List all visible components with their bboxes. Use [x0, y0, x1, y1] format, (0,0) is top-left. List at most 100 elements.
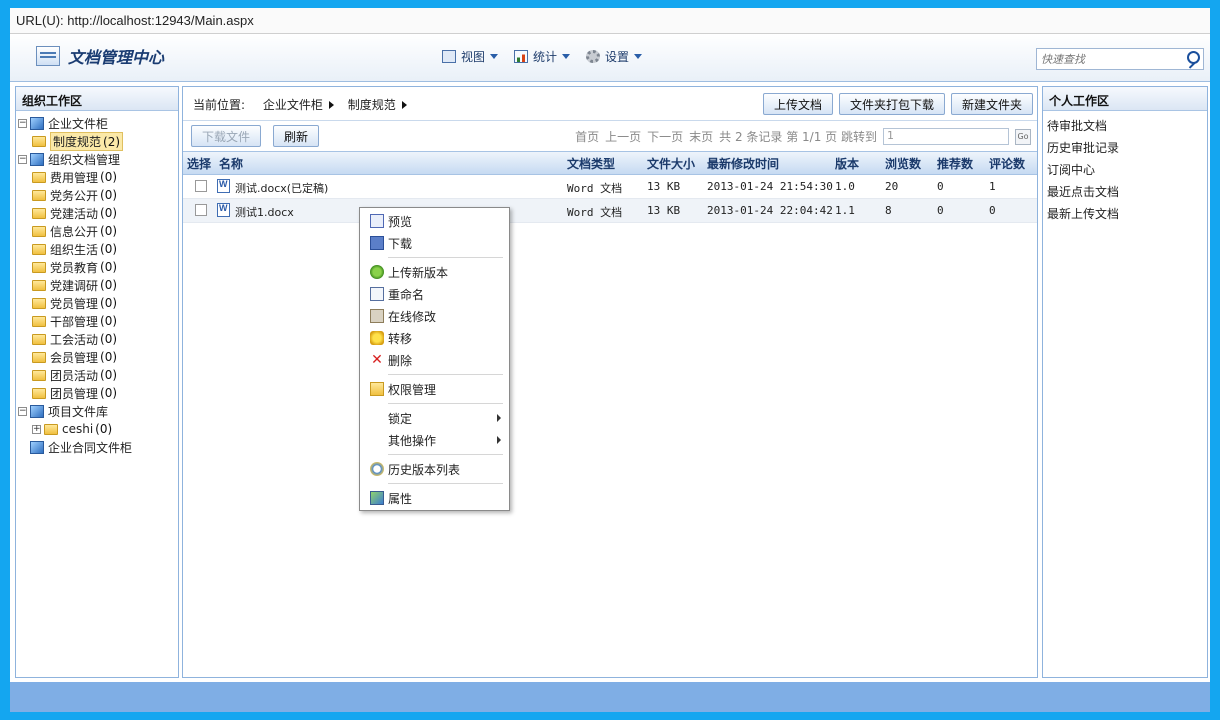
row-checkbox[interactable]	[195, 180, 207, 192]
col-size[interactable]: 文件大小	[647, 155, 695, 172]
pager-next[interactable]: 下一页	[647, 128, 683, 145]
preview-icon	[370, 214, 384, 228]
page-jump-input[interactable]: 1	[883, 128, 1009, 145]
ctx-permissions[interactable]: 权限管理	[362, 378, 507, 400]
tree-node-folder[interactable]: 团员管理 (0)	[18, 384, 176, 402]
col-views[interactable]: 浏览数	[885, 155, 921, 172]
collapse-icon[interactable]: −	[18, 154, 27, 164]
tree-node-folder[interactable]: 组织生活 (0)	[18, 240, 176, 258]
breadcrumb-level1[interactable]: 企业文件柜	[263, 98, 323, 112]
col-recommends[interactable]: 推荐数	[937, 155, 973, 172]
tree-node-contract[interactable]: 企业合同文件柜	[18, 438, 176, 456]
tree-node-folder[interactable]: 党建调研 (0)	[18, 276, 176, 294]
pager-last[interactable]: 末页	[689, 128, 713, 145]
tree-node-folder[interactable]: 费用管理 (0)	[18, 168, 176, 186]
tree-node-label: 企业文件柜	[48, 116, 109, 131]
tree-node-folder[interactable]: 会员管理 (0)	[18, 348, 176, 366]
expand-icon[interactable]: +	[32, 424, 41, 434]
personal-workspace-panel: 个人工作区 待审批文档 历史审批记录 订阅中心 最近点击文档 最新上传文档	[1042, 86, 1208, 678]
link-pending-approval[interactable]: 待审批文档	[1047, 114, 1203, 136]
ctx-label: 转移	[388, 331, 413, 346]
tree-node-label: 干部管理	[50, 314, 99, 329]
row-name[interactable]: 测试1.docx	[235, 204, 294, 220]
col-name[interactable]: 名称	[219, 155, 243, 172]
search-icon[interactable]	[1187, 51, 1200, 64]
ctx-properties[interactable]: 属性	[362, 487, 507, 509]
menu-settings[interactable]: 设置	[586, 48, 643, 65]
personal-links: 待审批文档 历史审批记录 订阅中心 最近点击文档 最新上传文档	[1043, 111, 1207, 227]
breadcrumb-level2[interactable]: 制度规范	[348, 98, 396, 112]
pack-download-button[interactable]: 文件夹打包下载	[838, 93, 945, 115]
tree-node-label: ceshi	[62, 422, 94, 436]
folder-icon	[32, 279, 46, 291]
table-row[interactable]: 测试.docx(已定稿) Word 文档 13 KB 2013-01-24 21…	[183, 175, 1037, 199]
col-comments[interactable]: 评论数	[989, 155, 1025, 172]
tree-node-folder[interactable]: 工会活动 (0)	[18, 330, 176, 348]
row-checkbox[interactable]	[195, 204, 207, 216]
pager-first[interactable]: 首页	[575, 128, 599, 145]
ctx-history[interactable]: 历史版本列表	[362, 458, 507, 480]
col-version[interactable]: 版本	[835, 155, 859, 172]
edit-icon	[370, 309, 384, 323]
ctx-label: 在线修改	[388, 309, 437, 324]
collapse-icon[interactable]: −	[18, 406, 27, 416]
tree-node-folder[interactable]: 信息公开 (0)	[18, 222, 176, 240]
ctx-other-ops[interactable]: 其他操作	[362, 429, 507, 451]
pager-prev[interactable]: 上一页	[605, 128, 641, 145]
table-row[interactable]: 测试1.docx Word 文档 13 KB 2013-01-24 22:04:…	[183, 199, 1037, 223]
ctx-rename[interactable]: 重命名	[362, 283, 507, 305]
link-recent-clicked[interactable]: 最近点击文档	[1047, 180, 1203, 202]
menu-view[interactable]: 视图	[442, 48, 499, 65]
url-bar[interactable]: URL(U): http://localhost:12943/Main.aspx	[10, 8, 1210, 34]
menu-stats[interactable]: 统计	[514, 48, 571, 65]
tree-node-label: 团员活动	[50, 368, 99, 383]
link-approval-history[interactable]: 历史审批记录	[1047, 136, 1203, 158]
tree-node-folder[interactable]: 党员管理 (0)	[18, 294, 176, 312]
url-text[interactable]: http://localhost:12943/Main.aspx	[67, 13, 253, 28]
menu-stats-label: 统计	[533, 50, 558, 64]
ctx-move[interactable]: 转移	[362, 327, 507, 349]
go-button[interactable]: Go	[1015, 128, 1031, 145]
new-folder-button[interactable]: 新建文件夹	[950, 93, 1033, 115]
tree-node-org[interactable]: − 组织文档管理	[18, 150, 176, 168]
row-version: 1.0	[835, 180, 855, 193]
upload-button[interactable]: 上传文档	[762, 93, 833, 115]
ctx-preview[interactable]: 预览	[362, 210, 507, 232]
collapse-icon[interactable]: −	[18, 118, 27, 128]
download-button[interactable]: 下载文件	[191, 125, 262, 147]
history-icon	[370, 462, 384, 476]
folder-icon	[32, 351, 46, 363]
search-input[interactable]	[1037, 49, 1177, 69]
tree-node-folder[interactable]: 干部管理 (0)	[18, 312, 176, 330]
link-subscriptions[interactable]: 订阅中心	[1047, 158, 1203, 180]
submenu-arrow-icon	[497, 436, 501, 444]
col-type[interactable]: 文档类型	[567, 155, 615, 172]
ctx-label: 删除	[388, 353, 413, 368]
chart-icon	[514, 50, 529, 63]
link-latest-uploads[interactable]: 最新上传文档	[1047, 202, 1203, 224]
ctx-delete[interactable]: ✕ 删除	[362, 349, 507, 371]
tree-node-folder[interactable]: 党务公开 (0)	[18, 186, 176, 204]
folder-tree: − 企业文件柜 制度规范 (2) − 组织文档管理 费用管理 (0) 党务公开 (0) 党…	[16, 111, 178, 459]
tree-node-folder[interactable]: 党员教育 (0)	[18, 258, 176, 276]
ctx-download[interactable]: 下载	[362, 232, 507, 254]
cabinet-icon	[30, 152, 44, 166]
ctx-label: 锁定	[388, 411, 413, 426]
row-size: 13 KB	[647, 204, 681, 217]
tree-node-folder[interactable]: 党建活动 (0)	[18, 204, 176, 222]
row-name[interactable]: 测试.docx(已定稿)	[235, 180, 328, 196]
col-modified[interactable]: 最新修改时间	[707, 155, 779, 172]
row-type: Word 文档	[567, 182, 623, 195]
menu-divider	[388, 483, 503, 484]
tree-node-ceshi[interactable]: + ceshi (0)	[18, 420, 176, 438]
tree-node-selected[interactable]: 制度规范 (2)	[18, 131, 176, 151]
panel-title: 个人工作区	[1043, 87, 1207, 111]
cabinet-icon	[30, 116, 44, 130]
refresh-button[interactable]: 刷新	[273, 125, 320, 147]
ctx-upload-new-version[interactable]: 上传新版本	[362, 261, 507, 283]
ctx-online-edit[interactable]: 在线修改	[362, 305, 507, 327]
tree-node-enterprise[interactable]: − 企业文件柜	[18, 114, 176, 132]
tree-node-folder[interactable]: 团员活动 (0)	[18, 366, 176, 384]
ctx-lock[interactable]: 锁定	[362, 407, 507, 429]
tree-node-project[interactable]: − 项目文件库	[18, 402, 176, 420]
